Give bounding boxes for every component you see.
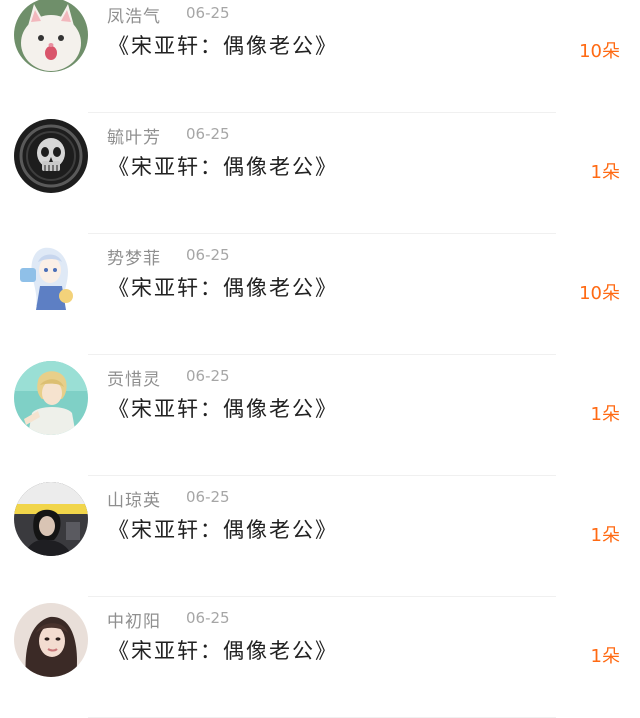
book-title[interactable]: 《宋亚轩：偶像老公》 — [108, 272, 338, 302]
user-name[interactable]: 势梦菲 — [107, 244, 161, 269]
list-item[interactable]: 山琼英 06-25 《宋亚轩：偶像老公》 1朵 — [0, 476, 640, 597]
skull-emblem-avatar-icon[interactable] — [14, 119, 88, 193]
portrait-avatar-icon[interactable] — [14, 603, 88, 677]
user-name[interactable]: 山琼英 — [107, 486, 161, 511]
gift-date: 06-25 — [186, 367, 230, 385]
flower-count: 1朵 — [590, 646, 620, 667]
book-title[interactable]: 《宋亚轩：偶像老公》 — [108, 30, 338, 60]
list-item[interactable]: 中初阳 06-25 《宋亚轩：偶像老公》 1朵 — [0, 597, 640, 718]
flower-count: 1朵 — [590, 404, 620, 425]
book-title[interactable]: 《宋亚轩：偶像老公》 — [108, 514, 338, 544]
book-title[interactable]: 《宋亚轩：偶像老公》 — [108, 393, 338, 423]
gift-date: 06-25 — [186, 246, 230, 264]
gift-record-list: 凤浩气 06-25 《宋亚轩：偶像老公》 10朵 毓叶芳 06-25 《宋亚轩：… — [0, 0, 640, 718]
flower-count: 10朵 — [579, 41, 620, 62]
dark-photo-avatar-icon[interactable] — [14, 482, 88, 556]
book-title[interactable]: 《宋亚轩：偶像老公》 — [108, 151, 338, 181]
anime-boy-avatar-icon[interactable] — [14, 361, 88, 435]
list-item[interactable]: 势梦菲 06-25 《宋亚轩：偶像老公》 10朵 — [0, 234, 640, 355]
flower-count: 1朵 — [590, 525, 620, 546]
anime-character-avatar-icon[interactable] — [14, 240, 88, 314]
gift-date: 06-25 — [186, 125, 230, 143]
white-cat-avatar-icon[interactable] — [14, 0, 88, 72]
user-name[interactable]: 毓叶芳 — [107, 123, 161, 148]
user-name[interactable]: 贡惜灵 — [107, 365, 161, 390]
gift-date: 06-25 — [186, 609, 230, 627]
flower-count: 10朵 — [579, 283, 620, 304]
list-item[interactable]: 贡惜灵 06-25 《宋亚轩：偶像老公》 1朵 — [0, 355, 640, 476]
list-item[interactable]: 毓叶芳 06-25 《宋亚轩：偶像老公》 1朵 — [0, 113, 640, 234]
gift-date: 06-25 — [186, 488, 230, 506]
user-name[interactable]: 凤浩气 — [107, 2, 161, 27]
book-title[interactable]: 《宋亚轩：偶像老公》 — [108, 635, 338, 665]
list-item[interactable]: 凤浩气 06-25 《宋亚轩：偶像老公》 10朵 — [0, 0, 640, 113]
gift-date: 06-25 — [186, 4, 230, 22]
flower-count: 1朵 — [590, 162, 620, 183]
user-name[interactable]: 中初阳 — [107, 607, 161, 632]
